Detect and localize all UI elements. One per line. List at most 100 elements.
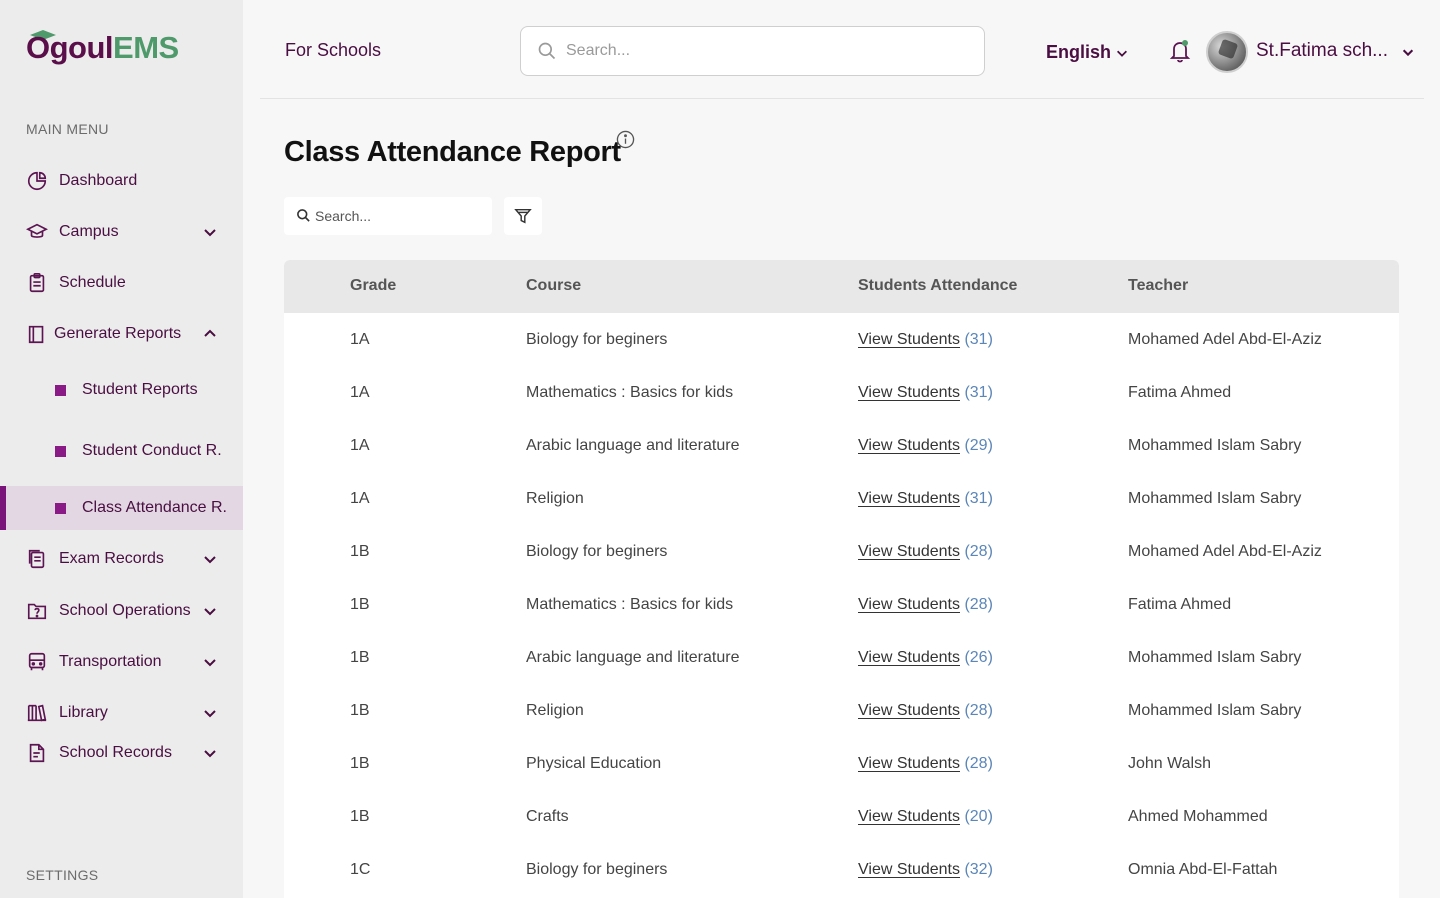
grade-cell: 1B: [350, 649, 370, 666]
table-search-input[interactable]: [315, 206, 485, 226]
bullet-square-icon: [55, 445, 66, 457]
sidebar-item-library[interactable]: Library: [0, 693, 243, 733]
student-count: (31): [964, 331, 993, 348]
column-header-grade[interactable]: Grade: [350, 277, 396, 295]
for-schools-link[interactable]: For Schools: [285, 40, 381, 61]
table-row[interactable]: 1A Arabic language and literature View Stu…: [284, 419, 1399, 472]
sidebar-item-school-records[interactable]: School Records: [0, 733, 243, 773]
view-students-link[interactable]: View Students: [858, 861, 960, 878]
teacher-cell: Fatima Ahmed: [1128, 596, 1232, 613]
view-students-link[interactable]: View Students: [858, 649, 960, 666]
table-row[interactable]: 1B Crafts View Students (20) Ahmed Mohammed: [284, 790, 1399, 843]
sidebar-subitem-label: Student Conduct R.: [82, 442, 222, 459]
course-cell: Mathematics : Basics for kids: [526, 384, 734, 401]
student-count: (20): [964, 808, 993, 825]
students-attendance-cell: View Students (26): [858, 649, 993, 667]
column-header-teacher[interactable]: Teacher: [1128, 277, 1188, 295]
sidebar-item-label: Schedule: [59, 274, 126, 291]
view-students-link[interactable]: View Students: [858, 808, 960, 825]
sidebar-item-dashboard[interactable]: Dashboard: [0, 161, 243, 201]
view-students-link[interactable]: View Students: [858, 384, 960, 401]
student-count: (28): [964, 543, 993, 560]
course-cell: Arabic language and literature: [526, 649, 740, 666]
chevron-up-icon: [204, 329, 216, 337]
user-name[interactable]: St.Fatima sch...: [1256, 40, 1388, 62]
sidebar-item-generate-reports[interactable]: Generate Reports: [0, 314, 243, 354]
course-cell: Biology for beginers: [526, 543, 668, 560]
sidebar-subitem-student-conduct[interactable]: Student Conduct R.: [0, 429, 243, 473]
view-students-link[interactable]: View Students: [858, 437, 960, 454]
sidebar-item-label: Transportation: [59, 653, 162, 670]
sidebar-item-school-operations[interactable]: School Operations: [0, 591, 243, 631]
info-icon[interactable]: [616, 130, 635, 149]
sidebar-subitem-class-attendance[interactable]: Class Attendance R.: [0, 486, 243, 530]
bullet-square-icon: [55, 384, 66, 396]
view-students-link[interactable]: View Students: [858, 755, 960, 772]
settings-label: SETTINGS: [26, 867, 99, 883]
global-search: [520, 26, 985, 76]
view-students-link[interactable]: View Students: [858, 596, 960, 613]
table-row[interactable]: 1B Religion View Students (28) Mohammed Isl…: [284, 684, 1399, 737]
student-count: (26): [964, 649, 993, 666]
grade-cell: 1C: [350, 861, 371, 878]
search-icon: [538, 42, 556, 60]
students-attendance-cell: View Students (28): [858, 596, 993, 614]
table-row[interactable]: 1A Biology for beginers View Students (31)…: [284, 313, 1399, 366]
exam-records-icon: [28, 549, 45, 569]
view-students-link[interactable]: View Students: [858, 490, 960, 507]
sidebar-item-campus[interactable]: Campus: [0, 212, 243, 252]
table-row[interactable]: 1C Biology for beginers View Students (32)…: [284, 843, 1399, 896]
student-count: (28): [964, 596, 993, 613]
student-count: (32): [964, 861, 993, 878]
students-attendance-cell: View Students (28): [858, 755, 993, 773]
column-header-students-attendance[interactable]: Students Attendance: [858, 277, 1017, 295]
grade-cell: 1A: [350, 490, 370, 507]
sidebar-item-schedule[interactable]: Schedule: [0, 263, 243, 303]
sidebar-item-exam-records[interactable]: Exam Records: [0, 539, 243, 579]
sidebar-subitem-label: Class Attendance R.: [82, 499, 227, 516]
sidebar-subitem-student-reports[interactable]: Student Reports: [0, 368, 243, 412]
bell-icon[interactable]: [1168, 38, 1192, 64]
bus-icon: [28, 652, 46, 671]
sidebar-item-label: School Records: [59, 744, 172, 761]
grade-cell: 1B: [350, 808, 370, 825]
sidebar-subitem-label: Student Reports: [82, 381, 198, 398]
language-selector[interactable]: English: [1046, 42, 1129, 63]
table-row[interactable]: 1B Mathematics : Basics for kids View Stud…: [284, 578, 1399, 631]
student-count: (31): [964, 384, 993, 401]
teacher-cell: Mohamed Adel Abd-El-Aziz: [1128, 543, 1322, 560]
table-row[interactable]: 1A Mathematics : Basics for kids View Stud…: [284, 366, 1399, 419]
students-attendance-cell: View Students (28): [858, 702, 993, 720]
brand-logo-part1: Ogoul: [26, 30, 114, 65]
students-attendance-cell: View Students (28): [858, 543, 993, 561]
brand-logo[interactable]: Ogoul EMS: [26, 30, 179, 66]
grade-cell: 1A: [350, 331, 370, 348]
teacher-cell: Omnia Abd-El-Fattah: [1128, 861, 1278, 878]
view-students-link[interactable]: View Students: [858, 702, 960, 719]
avatar[interactable]: [1206, 31, 1248, 73]
table-row[interactable]: 1B Physical Education View Students (28) Jo…: [284, 737, 1399, 790]
view-students-link[interactable]: View Students: [858, 543, 960, 560]
course-cell: Biology for beginers: [526, 331, 668, 348]
chevron-down-icon: [204, 750, 216, 758]
course-cell: Arabic language and literature: [526, 437, 740, 454]
students-attendance-cell: View Students (31): [858, 331, 993, 349]
table-search: [284, 197, 492, 235]
sidebar-item-label: School Operations: [59, 602, 191, 619]
header-divider: [260, 98, 1424, 99]
chevron-down-icon: [204, 556, 216, 564]
campus-icon: [26, 223, 48, 238]
grade-cell: 1A: [350, 437, 370, 454]
global-search-input[interactable]: [566, 39, 966, 63]
view-students-link[interactable]: View Students: [858, 331, 960, 348]
students-attendance-cell: View Students (20): [858, 808, 993, 826]
column-header-course[interactable]: Course: [526, 277, 581, 295]
chevron-down-icon[interactable]: [1401, 45, 1415, 59]
teacher-cell: Mohammed Islam Sabry: [1128, 437, 1302, 454]
sidebar-item-transportation[interactable]: Transportation: [0, 642, 243, 682]
filter-button[interactable]: [504, 197, 542, 235]
table-row[interactable]: 1A Religion View Students (31) Mohammed Isl…: [284, 472, 1399, 525]
student-count: (28): [964, 702, 993, 719]
table-row[interactable]: 1B Biology for beginers View Students (28)…: [284, 525, 1399, 578]
table-row[interactable]: 1B Arabic language and literature View Stu…: [284, 631, 1399, 684]
